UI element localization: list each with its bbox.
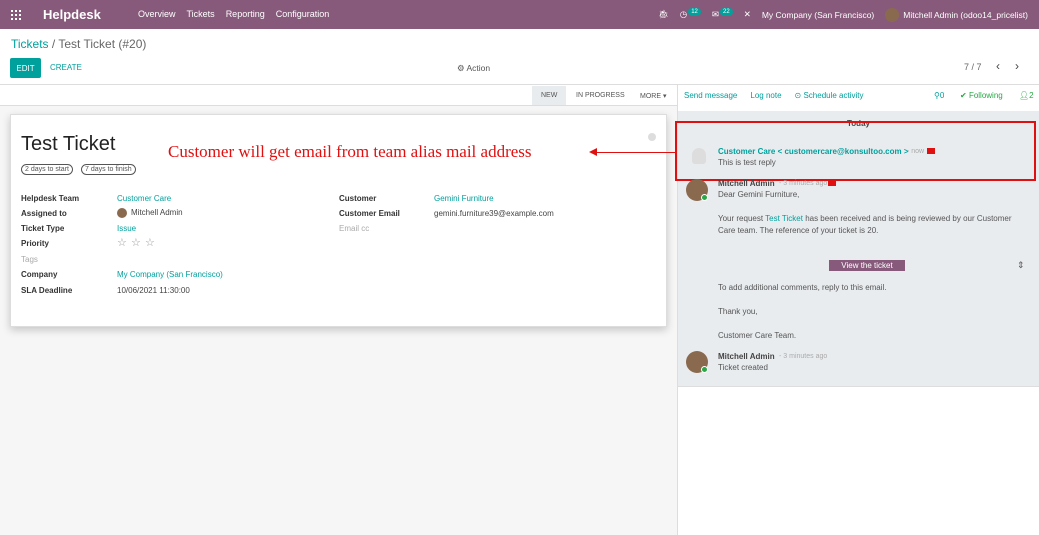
following-button[interactable]: ✔ Following (960, 91, 1003, 100)
value-sla-deadline: 10/06/2021 11:30:00 (117, 286, 190, 295)
chat-icon: ✉ (711, 9, 720, 19)
kanban-state-icon[interactable] (648, 133, 656, 141)
label-helpdesk-team: Helpdesk Team (21, 194, 80, 203)
attachments-button[interactable]: ⚲0 (934, 91, 944, 100)
send-message-button[interactable]: Send message (684, 91, 737, 100)
message-line: To add additional comments, reply to thi… (718, 283, 887, 292)
action-label: Action (466, 63, 491, 73)
online-status-icon (701, 194, 708, 201)
clock-icon: ◷ (679, 9, 688, 19)
stage-new[interactable]: NEW (541, 92, 557, 99)
value-customer-email[interactable]: gemini.furniture39@example.com (434, 209, 554, 218)
priority-star-icon[interactable]: ☆ (131, 236, 141, 249)
priority-star-icon[interactable]: ☆ (145, 236, 155, 249)
messaging-menu[interactable]: ✉ 22 (711, 7, 733, 20)
user-name: Mitchell Admin (odoo14_pricelist) (903, 9, 1028, 20)
stage-in-progress[interactable]: IN PROGRESS (576, 92, 625, 99)
message-line: Thank you, (718, 307, 758, 316)
messages-badge: 22 (720, 7, 733, 16)
message-line: Customer Care Team. (718, 331, 797, 340)
assignee-name: Mitchell Admin (131, 208, 183, 218)
company-switcher[interactable]: My Company (San Francisco) (762, 10, 874, 20)
label-email-cc: Email cc (339, 224, 370, 233)
activity-badge: 12 (688, 7, 701, 16)
menu-tickets[interactable]: Tickets (187, 9, 215, 19)
action-menu[interactable]: ⚙ Action (457, 63, 490, 74)
ticket-link[interactable]: Test Ticket (765, 214, 803, 223)
attachments-count: 0 (939, 91, 945, 100)
label-assigned-to: Assigned to (21, 209, 67, 218)
message-line: Dear Gemini Furniture, (718, 190, 800, 199)
main-menu: Overview Tickets Reporting Configuration (138, 9, 329, 19)
envelope-icon (828, 180, 836, 186)
value-company[interactable]: My Company (San Francisco) (117, 270, 223, 279)
label-tags: Tags (21, 255, 38, 264)
value-customer[interactable]: Gemini Furniture (434, 194, 494, 203)
message-author[interactable]: Mitchell Admin (718, 352, 775, 361)
menu-configuration[interactable]: Configuration (276, 9, 330, 19)
expand-icon[interactable]: ⇕ (1017, 260, 1025, 271)
users-icon: 👤︎ (1019, 91, 1030, 100)
systray: 🐞︎ ◷ 12 ✉ 22 ✕ My Company (San Francisco) … (658, 0, 1039, 29)
following-label: Following (968, 91, 1003, 100)
thread-end-divider (678, 386, 1039, 387)
label-sla-deadline: SLA Deadline (21, 286, 73, 295)
apps-menu-icon[interactable] (11, 10, 21, 20)
edit-button[interactable]: EDIT (10, 58, 41, 78)
message-date: - 3 minutes ago (779, 180, 828, 187)
online-status-icon (701, 366, 708, 373)
annotation-highlight-box (675, 121, 1036, 181)
stage-more-label: MORE (640, 93, 661, 100)
label-company: Company (21, 270, 58, 279)
check-icon: ✔ (960, 91, 969, 100)
schedule-activity-button[interactable]: ⊙ Schedule activity (795, 91, 864, 100)
sla-finish-badge: 7 days to finish (81, 164, 136, 175)
user-menu[interactable]: Mitchell Admin (odoo14_pricelist) (885, 7, 1028, 22)
menu-overview[interactable]: Overview (138, 9, 176, 19)
followers-count: 2 (1029, 91, 1034, 100)
message-text: has been received and is being reviewed … (805, 214, 1012, 223)
label-priority: Priority (21, 239, 50, 248)
value-helpdesk-team[interactable]: Customer Care (117, 194, 171, 203)
message-date: - 3 minutes ago (779, 353, 828, 360)
value-ticket-type[interactable]: Issue (117, 224, 136, 233)
breadcrumb-current: Test Ticket (#20) (58, 37, 147, 51)
stage-more[interactable]: MORE ▾ (640, 92, 666, 100)
pager-previous-icon[interactable]: ‹ (996, 59, 1000, 73)
value-assigned-to[interactable]: Mitchell Admin (117, 208, 183, 218)
view-ticket-button[interactable]: View the ticket (829, 260, 905, 271)
chatter-topbar: Send message Log note ⊙ Schedule activit… (684, 91, 863, 100)
priority-star-icon[interactable]: ☆ (117, 236, 127, 249)
log-note-button[interactable]: Log note (750, 91, 781, 100)
ticket-title[interactable]: Test Ticket (21, 133, 115, 156)
breadcrumb-parent[interactable]: Tickets (11, 37, 49, 51)
label-customer: Customer (339, 194, 377, 203)
app-brand[interactable]: Helpdesk (43, 7, 101, 22)
user-avatar (885, 7, 900, 22)
annotation-text: Customer will get email from team alias … (168, 142, 532, 161)
pager-value[interactable]: 7 / 7 (964, 62, 982, 72)
label-ticket-type: Ticket Type (21, 224, 65, 233)
create-button[interactable]: CREATE (50, 63, 82, 72)
message-author[interactable]: Mitchell Admin (718, 179, 775, 188)
tools-icon[interactable]: ✕ (744, 9, 751, 20)
message-line: Your request Test Ticket has been receiv… (718, 213, 1028, 237)
assignee-avatar (117, 208, 127, 218)
gear-icon: ⚙ (457, 63, 467, 73)
label-customer-email: Customer Email (339, 209, 400, 218)
followers-button[interactable]: 👤︎2 (1019, 91, 1034, 100)
message-text: Care team. The reference of your ticket … (718, 226, 879, 235)
breadcrumb: Tickets / Test Ticket (#20) (11, 37, 147, 51)
pager-next-icon[interactable]: › (1015, 59, 1019, 73)
bug-icon[interactable]: 🐞︎ (658, 9, 669, 20)
schedule-activity-label: Schedule activity (803, 91, 864, 100)
message-text: Your request (718, 214, 764, 223)
annotation-arrow-line (596, 152, 675, 153)
activity-menu[interactable]: ◷ 12 (679, 7, 701, 20)
sla-start-badge: 2 days to start (21, 164, 73, 175)
menu-reporting[interactable]: Reporting (226, 9, 265, 19)
top-navbar: Helpdesk Overview Tickets Reporting Conf… (0, 0, 1039, 29)
message-line: Ticket created (718, 363, 768, 372)
